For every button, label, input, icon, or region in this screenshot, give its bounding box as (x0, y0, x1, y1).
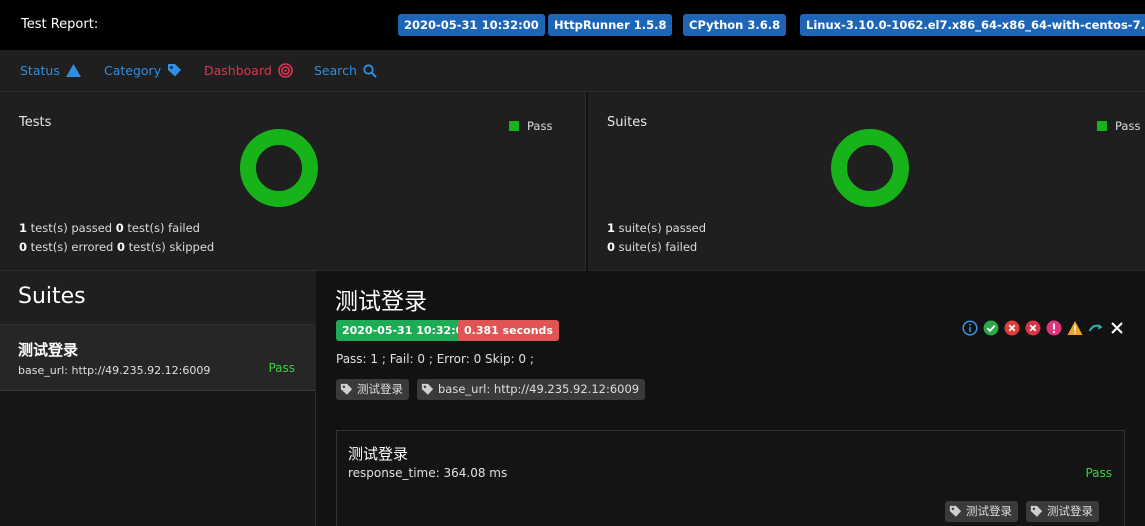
tag-icon (340, 383, 353, 395)
tag-icon (168, 64, 182, 77)
suites-summary-card: Suites Pass 1 suite(s) passed 0 suite(s)… (588, 92, 1145, 271)
suite-base-url: base_url: http://49.235.92.12:6009 (18, 364, 211, 377)
python-version-badge: CPython 3.6.8 (683, 14, 787, 36)
nav-dashboard-label: Dashboard (204, 63, 272, 78)
nav-status-label: Status (20, 63, 60, 78)
nav-category-label: Category (104, 63, 162, 78)
test-tag-chip[interactable]: 测试登录 (1026, 501, 1099, 522)
clear-icon[interactable] (1109, 320, 1125, 336)
test-case-name: 测试登录 (348, 445, 409, 463)
suites-pass-slice (831, 129, 909, 207)
suites-legend: Pass (1097, 119, 1140, 133)
platform-badge: Linux-3.10.0-1062.el7.x86_64-x86_64-with… (800, 14, 1145, 36)
report-date-badge: 2020-05-31 10:32:00 (398, 14, 545, 36)
duration-badge: 0.381 seconds (458, 320, 559, 341)
report-title: Test Report: (21, 17, 99, 32)
tests-skipped-label: test(s) skipped (125, 240, 215, 254)
tests-failed-label: test(s) failed (123, 221, 200, 235)
test-tag-chip[interactable]: 测试登录 (945, 501, 1018, 522)
nav-search-label: Search (314, 63, 357, 78)
suites-card-title: Suites (607, 115, 647, 130)
tests-passed-label: test(s) passed (27, 221, 116, 235)
tests-errored-count: 0 (19, 240, 28, 254)
suites-passed-count: 1 (607, 221, 616, 235)
suites-panel: Suites 测试登录 base_url: http://49.235.92.1… (0, 271, 316, 526)
top-bar: Test Report: 2020-05-31 10:32:00 HttpRun… (0, 0, 1145, 50)
fatal-icon[interactable] (1046, 320, 1062, 336)
tests-stat-line-1: 1 test(s) passed 0 test(s) failed (19, 221, 200, 235)
tag-icon (421, 383, 434, 395)
warning-triangle-icon (65, 64, 81, 77)
tag-icon (949, 505, 962, 517)
test-tag-label: 测试登录 (1047, 504, 1093, 518)
nav-search[interactable]: Search (314, 63, 377, 78)
suite-list-item[interactable]: 测试登录 base_url: http://49.235.92.12:6009 … (0, 325, 316, 391)
suites-panel-title: Suites (18, 284, 86, 309)
suites-donut-chart (831, 129, 909, 207)
nav-category[interactable]: Category (104, 63, 182, 78)
tests-summary-card: Tests Pass 1 test(s) passed 0 test(s) fa… (0, 92, 586, 271)
nav-dashboard[interactable]: Dashboard (204, 63, 293, 78)
suites-failed-label: suite(s) failed (615, 240, 698, 254)
suite-result-counts: Pass: 1 ; Fail: 0 ; Error: 0 Skip: 0 ; (336, 352, 534, 366)
tests-skipped-count: 0 (117, 240, 126, 254)
test-case-status: Pass (1085, 466, 1112, 480)
pass-swatch (1097, 121, 1107, 131)
suites-failed-count: 0 (607, 240, 616, 254)
warning-icon[interactable] (1067, 320, 1083, 336)
suite-detail-panel: 测试登录 2020-05-31 10:32:00 0.381 seconds P… (316, 271, 1145, 526)
nav-bar: Status Category Dashboard Search (0, 50, 1145, 92)
base-url-tag-label: base_url: http://49.235.92.12:6009 (438, 382, 640, 396)
tests-errored-label: test(s) errored (27, 240, 117, 254)
start-time-badge: 2020-05-31 10:32:00 (336, 320, 477, 341)
test-response-time: response_time: 364.08 ms (348, 466, 508, 480)
base-url-tag-chip[interactable]: base_url: http://49.235.92.12:6009 (417, 379, 646, 400)
suites-passed-label: suite(s) passed (615, 221, 707, 235)
status-filter-bar (962, 320, 1125, 336)
test-case-card[interactable]: 测试登录 response_time: 364.08 ms Pass 测试登录 … (336, 430, 1125, 526)
suite-status: Pass (268, 361, 295, 375)
fail-icon[interactable] (1004, 320, 1020, 336)
suites-legend-label: Pass (1115, 119, 1141, 133)
suite-tag-label: 测试登录 (357, 382, 403, 396)
suite-name: 测试登录 (18, 341, 79, 359)
skip-icon[interactable] (1088, 320, 1104, 336)
runner-version-badge: HttpRunner 1.5.8 (548, 14, 673, 36)
tag-icon (1030, 505, 1043, 517)
search-icon (363, 63, 377, 78)
suites-stat-line-1: 1 suite(s) passed (607, 221, 706, 235)
suites-panel-header: Suites (0, 271, 316, 325)
test-tag-label: 测试登录 (966, 504, 1012, 518)
tests-passed-count: 1 (19, 221, 28, 235)
info-icon[interactable] (962, 320, 978, 336)
nav-status[interactable]: Status (20, 63, 81, 78)
suites-stat-line-2: 0 suite(s) failed (607, 240, 697, 254)
tests-card-title: Tests (19, 115, 52, 130)
tests-legend-label: Pass (527, 119, 553, 133)
pass-icon[interactable] (983, 320, 999, 336)
error-icon[interactable] (1025, 320, 1041, 336)
target-icon (278, 63, 293, 78)
tests-legend: Pass (509, 119, 552, 133)
suite-detail-title: 测试登录 (335, 289, 427, 315)
pass-swatch (509, 121, 519, 131)
tests-stat-line-2: 0 test(s) errored 0 test(s) skipped (19, 240, 214, 254)
tests-failed-count: 0 (115, 221, 124, 235)
tests-pass-slice (240, 129, 318, 207)
tests-donut-chart (240, 129, 318, 207)
suite-tag-chip[interactable]: 测试登录 (336, 379, 409, 400)
